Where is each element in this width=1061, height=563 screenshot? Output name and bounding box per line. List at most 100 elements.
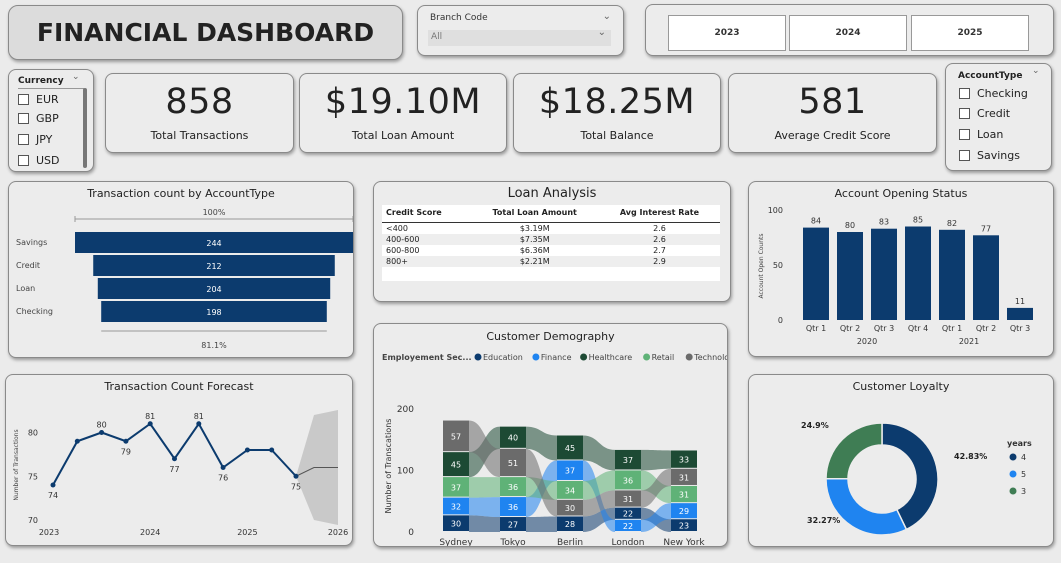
point-label: 77 (169, 465, 179, 474)
legend-marker (1009, 470, 1017, 478)
currency-option-label: JPY (36, 133, 53, 146)
account-type-option-loan[interactable]: Loan (959, 128, 1003, 141)
point-label: 75 (291, 482, 301, 491)
account-type-option-label: Credit (977, 107, 1011, 120)
table-cell: $3.19M (519, 224, 550, 233)
y-axis-label: Account Open Counts (758, 233, 765, 298)
segment-value-label: 31 (623, 495, 633, 504)
point-label: 79 (121, 447, 131, 456)
segment-value-label: 28 (565, 520, 575, 529)
checkbox[interactable] (18, 113, 29, 124)
data-point (147, 421, 153, 427)
funnel-value-label: 244 (206, 239, 221, 248)
currency-scrollbar[interactable] (83, 88, 87, 168)
y-tick-label: 70 (28, 516, 38, 525)
legend-label: Healthcare (589, 353, 633, 362)
point-label: 74 (48, 491, 58, 500)
checkbox[interactable] (18, 155, 29, 166)
ribbon (469, 515, 500, 532)
loan-table-wrap: Credit Score Total Loan Amount Avg Interes… (382, 205, 720, 281)
data-point (220, 465, 226, 470)
segment-value-label: 37 (451, 483, 461, 492)
year-button-2023[interactable]: 2023 (668, 15, 786, 51)
table-header-cell[interactable]: Avg Interest Rate (598, 205, 720, 223)
y-axis-label: Number of Transcations (384, 419, 393, 514)
opening-bar (803, 227, 829, 320)
legend-label: Technology (693, 353, 727, 362)
segment-value-label: 51 (508, 459, 518, 468)
funnel-category-label: Credit (16, 261, 40, 270)
data-point (50, 482, 56, 488)
table-cell: 2.9 (653, 257, 666, 266)
x-tick-label: Sydney (439, 538, 473, 546)
legend-label: 3 (1021, 487, 1026, 496)
forecast-card: Transaction Count Forecast Number of Tra… (5, 374, 353, 546)
loyalty-card: Customer Loyalty 42.83% 32.27% 24.9% years 4… (748, 374, 1054, 547)
branch-dropdown[interactable]: All ⌄ (428, 27, 611, 46)
currency-slicer: Currency ⌄ EUR GBP JPY USD (8, 69, 94, 172)
account-type-option-checking[interactable]: Checking (959, 87, 1028, 100)
currency-option-gbp[interactable]: GBP (18, 112, 59, 125)
checkbox[interactable] (18, 94, 29, 105)
series-line (52, 421, 297, 486)
loyalty-title: Customer Loyalty (852, 380, 950, 393)
checkbox[interactable] (959, 129, 970, 140)
funnel-category-label: Checking (16, 307, 53, 316)
checkbox[interactable] (18, 134, 29, 145)
table-cell: <400 (386, 224, 408, 233)
point-label: 81 (145, 412, 155, 421)
y-tick-label: 100 (768, 206, 783, 215)
y-tick-label: 200 (397, 405, 414, 415)
account-type-slicer: AccountType ⌄ Checking Credit Loan Savin… (945, 63, 1052, 171)
dashboard-title: FINANCIAL DASHBOARD (36, 18, 375, 47)
branch-slicer[interactable]: Branch Code ⌄ All ⌄ (417, 5, 624, 56)
table-row: <400 $3.19M 2.6 (382, 222, 720, 234)
year-button-2025[interactable]: 2025 (911, 15, 1029, 51)
loan-table: Credit Score Total Loan Amount Avg Interes… (382, 205, 720, 267)
x-tick-label: 2024 (140, 528, 160, 537)
segment-value-label: 32 (451, 502, 461, 511)
account-type-option-savings[interactable]: Savings (959, 149, 1020, 162)
checkbox[interactable] (959, 88, 970, 99)
x-tick-label: Qtr 2 (976, 324, 996, 333)
currency-option-jpy[interactable]: JPY (18, 133, 52, 146)
point-label: 76 (218, 474, 228, 483)
year-button-2024[interactable]: 2024 (789, 15, 907, 51)
table-cell: 600-800 (386, 246, 420, 255)
checkbox[interactable] (959, 150, 970, 161)
legend-marker (685, 353, 693, 361)
data-point (293, 473, 299, 479)
chevron-down-icon[interactable]: ⌄ (1032, 66, 1040, 76)
opening-bar (871, 228, 897, 320)
table-row: 600-800 $6.36M 2.7 (382, 245, 720, 256)
opening-bar (973, 235, 999, 320)
x-group-label: 2020 (857, 337, 877, 346)
kpi-average-credit-score: 581 Average Credit Score (728, 73, 937, 153)
table-header-cell[interactable]: Credit Score (382, 205, 471, 223)
currency-option-eur[interactable]: EUR (18, 93, 59, 106)
x-tick-label: Qtr 1 (806, 324, 826, 333)
bar-value-label: 84 (811, 217, 821, 226)
x-tick-label: Qtr 2 (840, 324, 860, 333)
donut-slice (825, 477, 908, 536)
legend-title: Employement Sec... (382, 353, 472, 362)
checkbox[interactable] (959, 108, 970, 119)
account-type-option-label: Loan (977, 128, 1004, 141)
title-card: FINANCIAL DASHBOARD (8, 5, 403, 60)
table-cell: $6.36M (519, 246, 550, 255)
kpi-value: 581 (798, 82, 867, 122)
legend-label: Finance (541, 353, 572, 362)
chevron-down-icon[interactable]: ⌄ (72, 72, 80, 82)
x-tick-label: Berlin (557, 538, 583, 546)
segment-value-label: 31 (679, 491, 689, 500)
account-type-option-credit[interactable]: Credit (959, 107, 1010, 120)
table-cell: 400-600 (386, 235, 420, 244)
table-header-cell[interactable]: Total Loan Amount (470, 205, 599, 223)
chevron-down-icon[interactable]: ⌄ (603, 11, 611, 22)
currency-option-usd[interactable]: USD (18, 154, 60, 167)
y-tick-label: 0 (778, 316, 783, 325)
x-tick-label: Tokyo (499, 538, 526, 546)
segment-value-label: 22 (623, 510, 633, 519)
legend-label: 4 (1021, 453, 1026, 462)
demography-title: Customer Demography (486, 330, 615, 343)
